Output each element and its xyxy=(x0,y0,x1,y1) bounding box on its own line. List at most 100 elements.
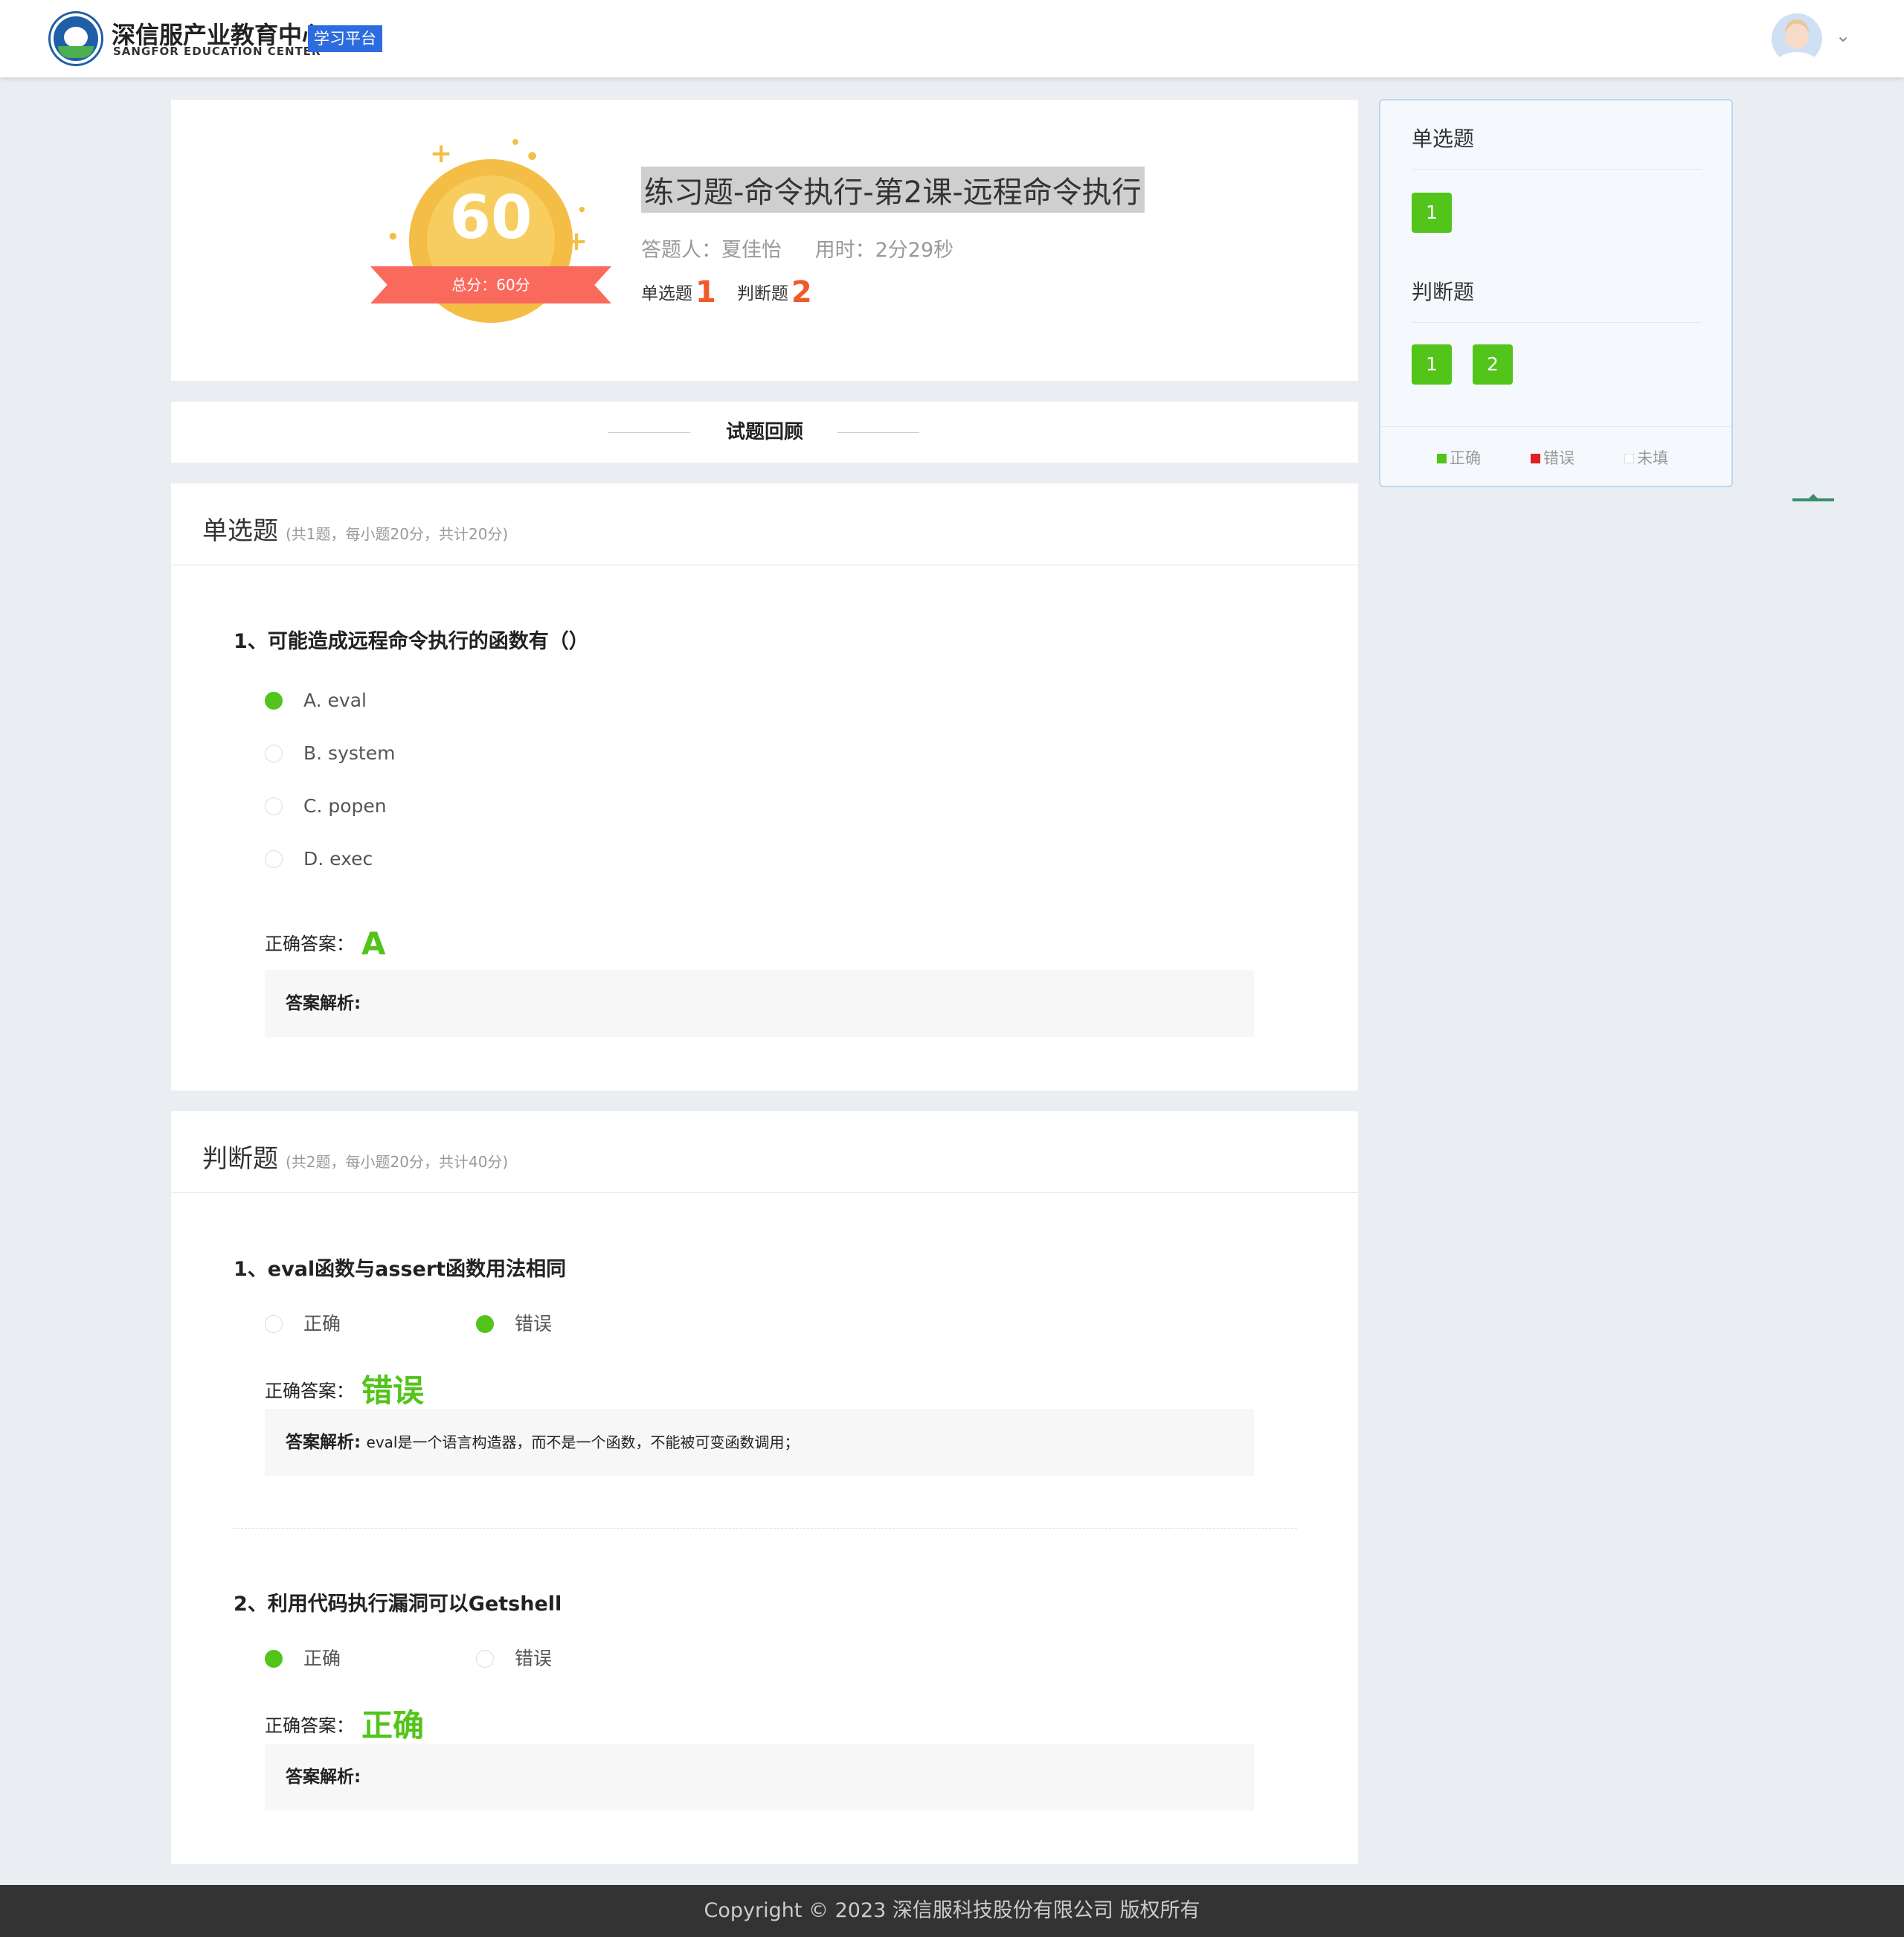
radio-icon[interactable] xyxy=(265,850,283,868)
option-true[interactable]: 正确 xyxy=(265,1644,341,1674)
review-header: 试题回顾 xyxy=(171,402,1358,463)
platform-tag: 学习平台 xyxy=(308,25,382,52)
answer-label: 正确答案： xyxy=(265,1715,354,1736)
legend: 正确 错误 未填 xyxy=(1380,426,1731,487)
brand-name-en: SANGFOR EDUCATION CENTER xyxy=(113,45,321,58)
single-count-label: 单选题 xyxy=(641,284,692,303)
option-d[interactable]: D. exec xyxy=(265,844,373,874)
question-text: 2、利用代码执行漏洞可以Getshell xyxy=(234,1593,562,1616)
section-subtitle: (共2题，每小题20分，共计40分) xyxy=(286,1153,509,1171)
question-counts: 单选题 1 判断题 2 xyxy=(641,275,833,309)
sparkle-dot-icon: • xyxy=(387,226,399,248)
option-c[interactable]: C. popen xyxy=(265,791,387,821)
explain-text: eval是一个语言构造器，而不是一个函数，不能被可变函数调用； xyxy=(366,1433,800,1451)
sparkle-plus-icon: + xyxy=(430,138,453,169)
section-header: 单选题 (共1题，每小题20分，共计20分) xyxy=(171,484,1358,565)
sparkle-dot-icon: • xyxy=(525,144,540,170)
question-text: 1、eval函数与assert函数用法相同 xyxy=(234,1258,567,1281)
correct-answer: 正确答案： 正确 xyxy=(265,1700,424,1746)
divider xyxy=(1412,169,1702,170)
option-label: D. exec xyxy=(303,848,373,870)
legend-correct: 正确 xyxy=(1437,446,1481,469)
single-count: 1 xyxy=(695,275,716,309)
radio-icon[interactable] xyxy=(265,797,283,815)
answer-chip[interactable]: 1 xyxy=(1412,193,1452,233)
option-false[interactable]: 错误 xyxy=(476,1309,552,1339)
section-title: 单选题 (共1题，每小题20分，共计20分) xyxy=(202,510,508,547)
red-dot-icon xyxy=(1531,454,1540,463)
question-text: 1、可能造成远程命令执行的函数有（） xyxy=(234,630,589,653)
option-label: 错误 xyxy=(515,1313,553,1334)
radio-icon[interactable] xyxy=(265,1315,283,1333)
exam-title: 练习题-命令执行-第2课-远程命令执行 xyxy=(641,167,1145,213)
answer-chip[interactable]: 2 xyxy=(1473,344,1513,385)
exam-meta: 答题人：夏佳怡 用时：2分29秒 xyxy=(641,234,980,263)
sangfor-logo-icon[interactable] xyxy=(51,13,101,64)
green-dot-icon xyxy=(1437,454,1447,463)
section-subtitle: (共1题，每小题20分，共计20分) xyxy=(286,525,509,543)
section-title-text: 判断题 xyxy=(202,1144,278,1174)
option-label: 错误 xyxy=(515,1648,553,1669)
section-title-text: 单选题 xyxy=(202,516,278,546)
legend-label: 未填 xyxy=(1637,449,1668,467)
legend-label: 正确 xyxy=(1450,449,1481,467)
answer-explanation: 答案解析: xyxy=(265,970,1254,1037)
sparkle-dot-icon: • xyxy=(577,201,587,219)
radio-selected-icon[interactable] xyxy=(476,1315,494,1333)
option-label: B. system xyxy=(303,742,396,764)
radio-icon[interactable] xyxy=(265,745,283,762)
option-a[interactable]: A. eval xyxy=(265,686,367,716)
time-used-label: 用时：2分29秒 xyxy=(814,239,954,262)
empty-dot-icon xyxy=(1624,454,1634,463)
option-label: 正确 xyxy=(303,1313,341,1334)
answerer-label: 答题人：夏佳怡 xyxy=(641,239,782,262)
answer-explanation: 答案解析: xyxy=(265,1744,1254,1811)
top-header: 深信服产业教育中心 SANGFOR EDUCATION CENTER 学习平台 … xyxy=(0,0,1904,77)
divider xyxy=(837,432,919,433)
answer-sheet: 单选题 1 判断题 1 2 正确 错误 未填 xyxy=(1379,99,1733,487)
back-to-top-icon[interactable] xyxy=(1792,494,1834,507)
explain-label: 答案解析: xyxy=(286,994,361,1013)
option-false[interactable]: 错误 xyxy=(476,1644,552,1674)
answer-value: A xyxy=(361,925,386,962)
section-header: 判断题 (共2题，每小题20分，共计40分) xyxy=(171,1111,1358,1193)
correct-answer: 正确答案： A xyxy=(265,925,386,962)
total-score-label: 总分：60分 xyxy=(451,276,530,294)
option-label: 正确 xyxy=(303,1648,341,1669)
legend-label: 错误 xyxy=(1543,449,1575,467)
sheet-section-title: 判断题 xyxy=(1412,280,1475,304)
user-avatar[interactable] xyxy=(1772,13,1822,64)
score-value: 60 xyxy=(449,183,533,252)
legend-unfilled: 未填 xyxy=(1624,446,1668,469)
option-true[interactable]: 正确 xyxy=(265,1309,341,1339)
correct-answer: 正确答案： 错误 xyxy=(265,1366,424,1411)
answer-explanation: 答案解析: eval是一个语言构造器，而不是一个函数，不能被可变函数调用； xyxy=(265,1409,1254,1476)
radio-icon[interactable] xyxy=(476,1650,494,1668)
radio-selected-icon[interactable] xyxy=(265,692,283,710)
judge-count-label: 判断题 xyxy=(736,284,788,303)
sparkle-dot-icon: • xyxy=(510,134,521,152)
sheet-section-title: 单选题 xyxy=(1412,126,1475,151)
radio-selected-icon[interactable] xyxy=(265,1650,283,1668)
review-title: 试题回顾 xyxy=(725,421,803,443)
question-divider xyxy=(234,1528,1297,1529)
answer-chip[interactable]: 1 xyxy=(1412,344,1452,385)
section-title: 判断题 (共2题，每小题20分，共计40分) xyxy=(202,1138,508,1175)
judge-count: 2 xyxy=(791,275,812,309)
answer-value: 正确 xyxy=(361,1707,425,1744)
divider xyxy=(1412,322,1702,323)
answer-label: 正确答案： xyxy=(265,1381,354,1401)
judge-section: 判断题 (共2题，每小题20分，共计40分) 1、eval函数与assert函数用… xyxy=(171,1111,1358,1864)
answer-value: 错误 xyxy=(361,1372,425,1409)
explain-label: 答案解析: xyxy=(286,1767,361,1787)
option-label: C. popen xyxy=(303,795,387,817)
answer-label: 正确答案： xyxy=(265,934,354,954)
single-choice-section: 单选题 (共1题，每小题20分，共计20分) 1、可能造成远程命令执行的函数有（）… xyxy=(171,484,1358,1090)
option-b[interactable]: B. system xyxy=(265,739,395,768)
option-label: A. eval xyxy=(303,690,367,711)
chevron-down-icon[interactable]: ⌄ xyxy=(1836,25,1850,46)
score-medal: + • • • • + 60 总分：60分 xyxy=(357,134,625,323)
legend-wrong: 错误 xyxy=(1531,446,1575,469)
footer-copyright: Copyright © 2023 深信服科技股份有限公司 版权所有 xyxy=(0,1885,1904,1937)
explain-label: 答案解析: xyxy=(286,1433,361,1452)
